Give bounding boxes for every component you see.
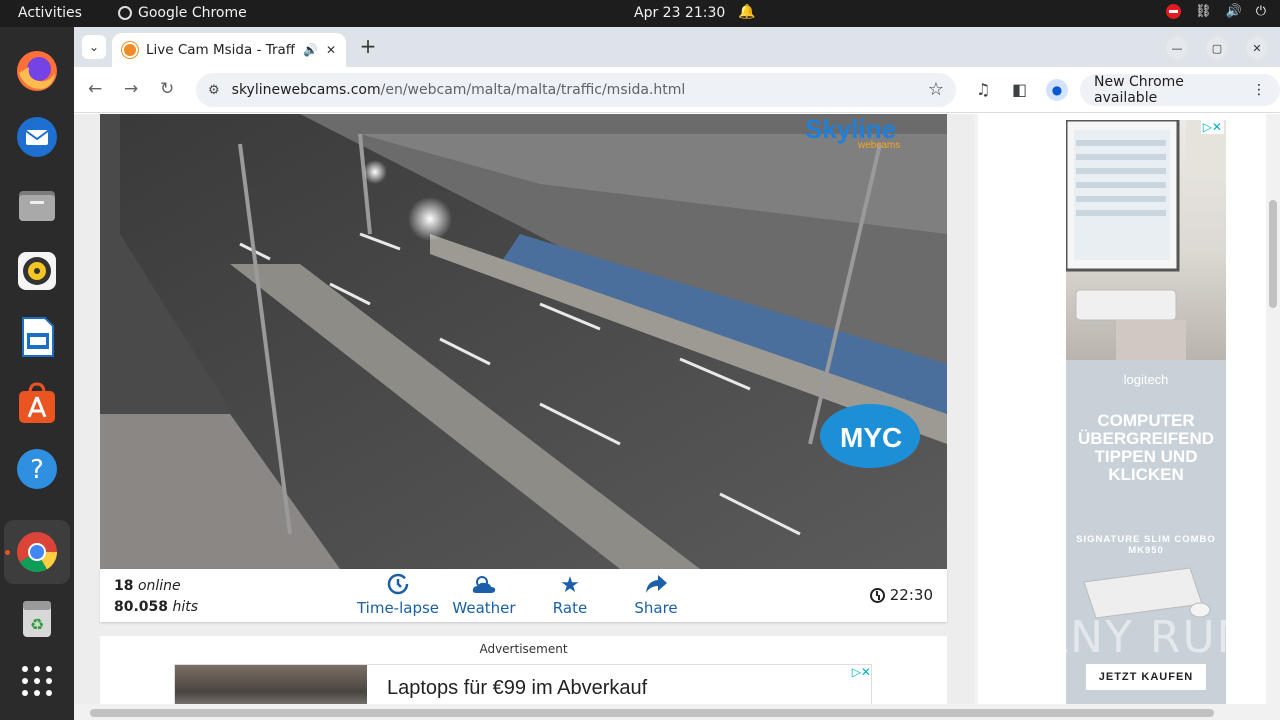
notification-bell-icon[interactable]: 🔔 (738, 4, 755, 20)
webcam-info-bar: 18 online 80.058 hits Time-lapse Weather (100, 569, 947, 622)
chevron-down-icon: ⌄ (88, 40, 100, 54)
close-window-button[interactable]: ✕ (1246, 37, 1268, 59)
jetzt-kaufen-button[interactable]: JETZT KAUFEN (1086, 664, 1206, 690)
horizontal-scroll-thumb[interactable] (90, 709, 1214, 717)
timelapse-icon (353, 573, 443, 599)
horizontal-scrollbar[interactable] (74, 704, 1280, 720)
apps-grid-icon[interactable] (13, 657, 61, 705)
power-icon: ⏻ (1255, 4, 1266, 19)
logitech-logo: logitech (1123, 372, 1169, 387)
share-label: Share (634, 599, 678, 617)
vertical-scrollbar[interactable] (1266, 114, 1280, 704)
webcam-local-time: 22:30 (869, 586, 933, 604)
weather-button[interactable]: Weather (439, 573, 529, 617)
address-bar[interactable]: ⚙ skylinewebcams.com/en/webcam/malta/mal… (196, 73, 956, 107)
webcam-video-player[interactable]: Skyline webcams MYC (100, 114, 947, 569)
rate-button[interactable]: ★ Rate (525, 573, 615, 617)
files-icon[interactable] (13, 181, 61, 229)
network-icon: ⛓ (1195, 4, 1212, 19)
ubuntu-dock: ? ♻ (0, 27, 74, 720)
star-icon: ★ (560, 573, 580, 598)
laptops-photo (175, 665, 367, 704)
app-menu[interactable]: Google Chrome (118, 5, 247, 21)
new-chrome-available-button[interactable]: New Chrome available ⋮ (1080, 74, 1280, 106)
trash-icon[interactable]: ♻ (13, 595, 61, 643)
update-label: New Chrome available (1094, 74, 1184, 106)
laptop-ad-banner[interactable]: Laptops für €99 im Abverkauf ▷✕ (174, 664, 872, 704)
forward-arrow-icon[interactable]: → (124, 79, 138, 99)
minimize-button[interactable]: — (1166, 37, 1188, 59)
site-info-icon[interactable]: ⚙ (208, 83, 220, 98)
bookmark-star-icon[interactable]: ☆ (928, 79, 944, 100)
rate-label: Rate (552, 599, 588, 617)
adchoices-icon[interactable]: ▷✕ (852, 665, 871, 679)
webcam-stats: 18 online 80.058 hits (114, 576, 198, 618)
online-label: online (137, 578, 181, 594)
hits-count: 80.058 (114, 599, 169, 615)
advertisement-label: Advertisement (479, 642, 568, 656)
system-tray[interactable]: ⛓ 🔊 ⏻ (1166, 4, 1266, 19)
skyscraper-product: SIGNATURE SLIM COMBO MK950 (1076, 534, 1216, 556)
writer-icon[interactable] (13, 313, 61, 361)
chrome-app-icon (118, 6, 132, 20)
chrome-icon[interactable] (13, 528, 61, 576)
ad-desk-photo (1066, 120, 1226, 360)
svg-text:♻: ♻ (30, 615, 44, 634)
software-center-icon[interactable] (13, 379, 61, 427)
new-tab-button[interactable]: + (356, 35, 380, 59)
firefox-icon[interactable] (13, 47, 61, 95)
timelapse-label: Time-lapse (356, 599, 440, 617)
url-path: /en/webcam/malta/malta/traffic/msida.htm… (380, 82, 686, 98)
clock-icon (869, 587, 885, 603)
recording-stop-icon[interactable] (1166, 4, 1181, 19)
tab-live-cam[interactable]: Live Cam Msida - Traffi 🔊 ✕ (112, 33, 346, 67)
main-column: Skyline webcams MYC 18 online 80.058 hit… (74, 114, 974, 704)
tab-title: Live Cam Msida - Traffi (146, 42, 295, 58)
audio-playing-icon[interactable]: 🔊 (303, 43, 318, 57)
advertisement-area: Advertisement Laptops für €99 im Abverka… (100, 636, 947, 704)
svg-text:MYC: MYC (840, 422, 902, 453)
media-control-icon[interactable]: ♫ (976, 80, 990, 99)
browser-toolbar: ← → ↻ ⚙ skylinewebcams.com/en/webcam/mal… (74, 67, 1280, 113)
weather-label: Weather (452, 599, 516, 617)
help-icon[interactable]: ? (13, 445, 61, 493)
clock[interactable]: Apr 23 21:30 (634, 5, 725, 21)
profile-avatar-icon[interactable]: ● (1046, 79, 1068, 101)
rhythmbox-icon[interactable] (13, 247, 61, 295)
hits-label: hits (172, 599, 199, 615)
time-value: 22:30 (889, 586, 933, 604)
url-host: skylinewebcams.com (231, 82, 381, 98)
share-arrow-icon (611, 573, 701, 599)
svg-text:webcams: webcams (857, 140, 900, 151)
online-count: 18 (114, 578, 134, 594)
share-button[interactable]: Share (611, 573, 701, 617)
weather-icon (439, 573, 529, 599)
webcam-night-scene: Skyline webcams MYC (100, 114, 947, 569)
system-top-bar: Activities Google Chrome Apr 23 21:30 🔔 … (0, 0, 1280, 27)
reload-icon[interactable]: ↻ (160, 79, 174, 99)
activities-button[interactable]: Activities (18, 5, 82, 21)
banner-headline: Laptops für €99 im Abverkauf (387, 677, 648, 699)
skyline-favicon-icon (122, 42, 138, 58)
volume-icon: 🔊 (1225, 4, 1242, 19)
tab-search-button[interactable]: ⌄ (82, 35, 106, 59)
app-name: Google Chrome (138, 5, 247, 21)
svg-text:?: ? (30, 455, 44, 485)
close-tab-icon[interactable]: ✕ (326, 43, 336, 57)
running-indicator (5, 550, 10, 555)
vertical-scroll-thumb[interactable] (1269, 200, 1277, 308)
tab-strip: ⌄ Live Cam Msida - Traffi 🔊 ✕ + — ▢ ✕ (74, 27, 1280, 67)
kebab-menu-icon: ⋮ (1252, 82, 1266, 98)
thunderbird-icon[interactable] (13, 113, 61, 161)
anyrun-watermark: ANY RUN (1038, 612, 1252, 663)
timelapse-button[interactable]: Time-lapse (353, 573, 443, 617)
adchoices-icon[interactable]: ▷✕ (1200, 120, 1224, 134)
back-arrow-icon[interactable]: ← (88, 79, 102, 99)
side-panel-icon[interactable]: ◧ (1012, 80, 1027, 99)
skyscraper-headline: COMPUTER ÜBERGREIFEND TIPPEN UND KLICKEN (1077, 411, 1214, 484)
maximize-button[interactable]: ▢ (1206, 37, 1228, 59)
